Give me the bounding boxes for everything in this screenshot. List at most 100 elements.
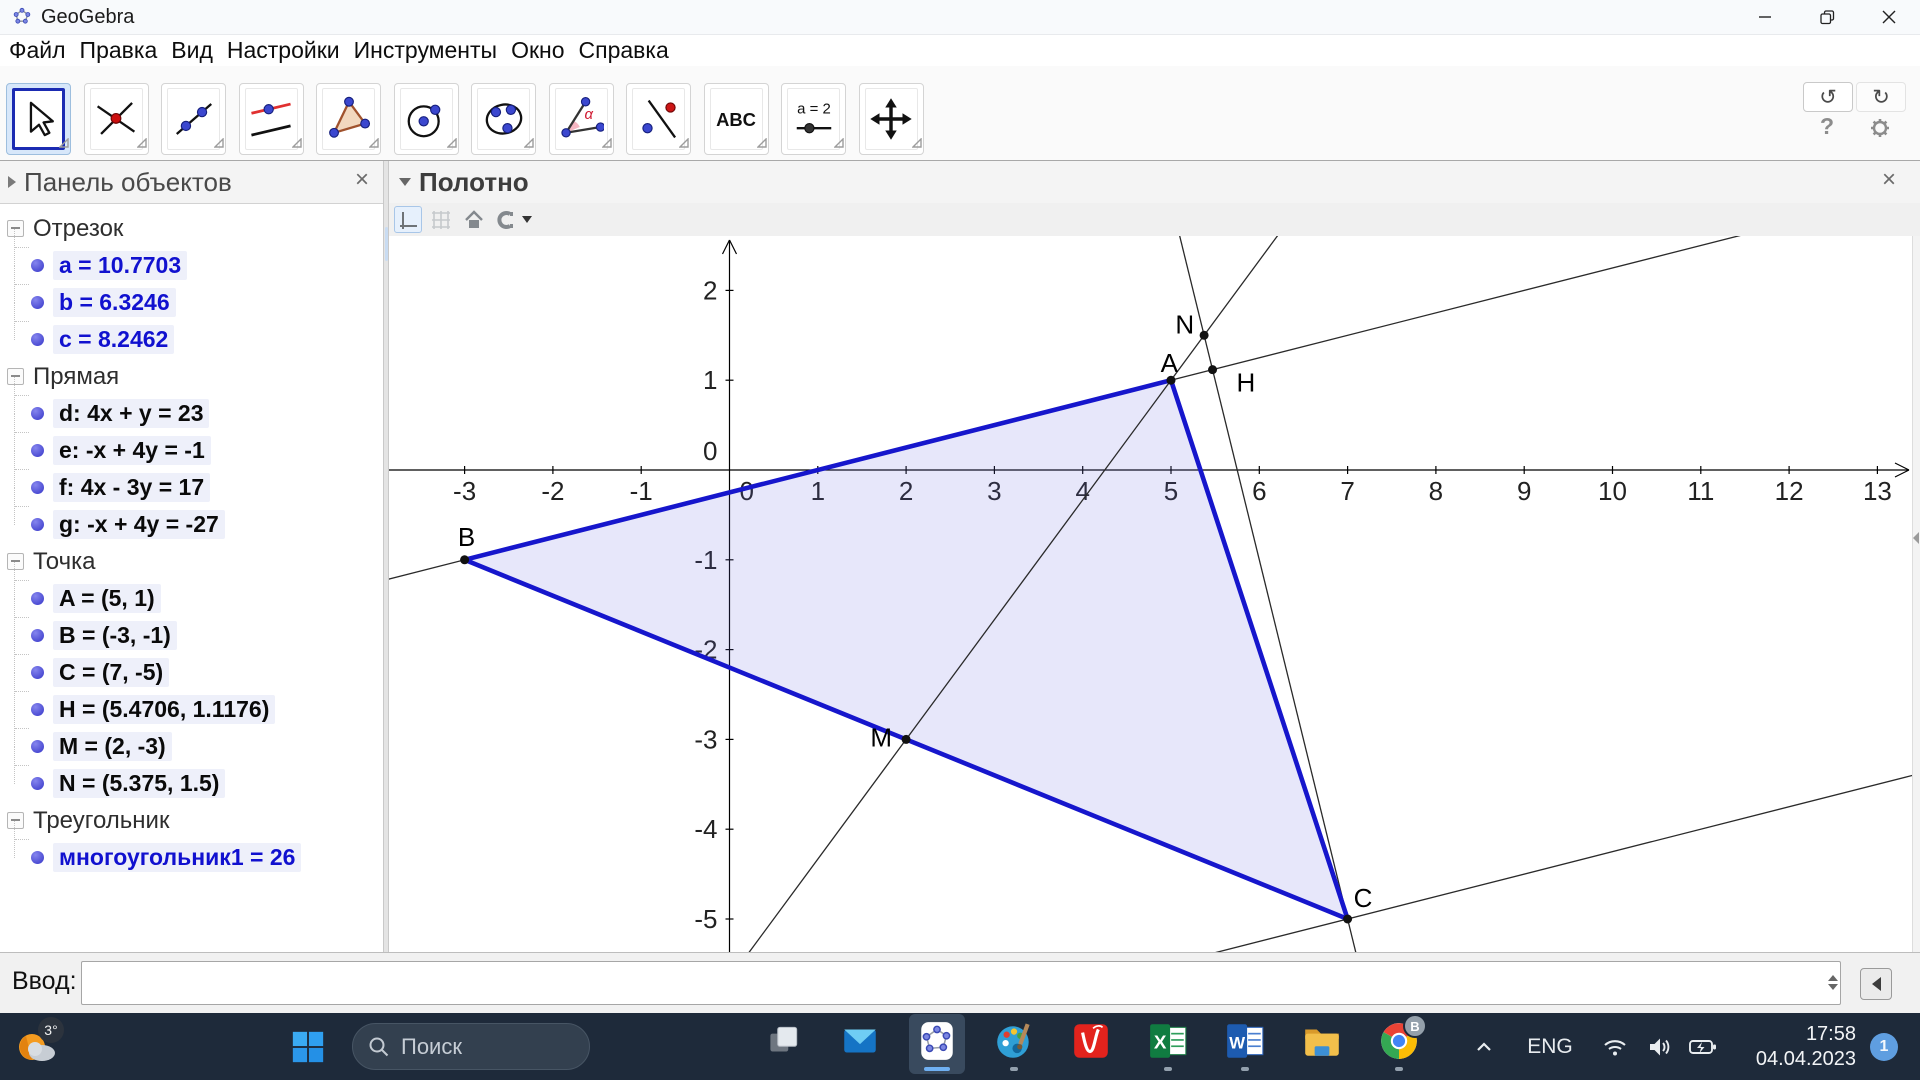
tool-dropdown-icon[interactable] (369, 135, 379, 153)
object-visibility-bullet[interactable] (31, 259, 44, 272)
point-M[interactable] (902, 735, 911, 744)
menu-item-0[interactable]: Файл (2, 37, 73, 64)
object-visibility-bullet[interactable] (31, 592, 44, 605)
point-H[interactable] (1208, 365, 1217, 374)
object-row[interactable]: b = 6.3246 (0, 284, 383, 321)
menu-item-2[interactable]: Вид (164, 37, 220, 64)
object-row[interactable]: c = 8.2462 (0, 321, 383, 358)
object-visibility-bullet[interactable] (31, 703, 44, 716)
tool-slider[interactable]: a = 2 (781, 83, 846, 155)
tray-language[interactable]: ENG (1520, 1013, 1580, 1080)
tool-dropdown-icon[interactable] (292, 135, 302, 153)
object-row[interactable]: C = (7, -5) (0, 654, 383, 691)
tool-pan[interactable] (859, 83, 924, 155)
object-row[interactable]: d: 4x + y = 23 (0, 395, 383, 432)
tool-dropdown-icon[interactable] (757, 135, 767, 153)
tool-dropdown-icon[interactable] (447, 135, 457, 153)
minimize-button[interactable] (1734, 0, 1796, 34)
object-row[interactable]: H = (5.4706, 1.1176) (0, 691, 383, 728)
object-visibility-bullet[interactable] (31, 333, 44, 346)
object-row[interactable]: a = 10.7703 (0, 247, 383, 284)
tool-text[interactable]: ABC (704, 83, 769, 155)
notification-badge[interactable]: 1 (1870, 1033, 1898, 1061)
collapse-group-icon[interactable] (7, 812, 24, 829)
taskbar-search[interactable]: Поиск (352, 1023, 590, 1070)
tool-dropdown-icon[interactable] (524, 135, 534, 153)
help-button[interactable]: ? (1813, 112, 1841, 140)
triangle-fill[interactable] (465, 380, 1348, 919)
tool-move[interactable] (6, 83, 71, 155)
default-view-button[interactable] (460, 206, 488, 233)
object-row[interactable]: B = (-3, -1) (0, 617, 383, 654)
object-visibility-bullet[interactable] (31, 444, 44, 457)
tool-conic[interactable] (471, 83, 536, 155)
point-B[interactable] (460, 555, 469, 564)
graphics-canvas[interactable]: -3-2-11234567891011121321-1-2-3-4-500ABC… (389, 236, 1913, 952)
taskbar-app-mail[interactable] (832, 1014, 888, 1074)
tool-dropdown-icon[interactable] (59, 135, 69, 153)
menu-item-3[interactable]: Настройки (220, 37, 347, 64)
object-visibility-bullet[interactable] (31, 407, 44, 420)
taskbar-app-word[interactable]: W (1217, 1014, 1273, 1074)
menu-item-5[interactable]: Окно (504, 37, 571, 64)
tool-dropdown-icon[interactable] (214, 135, 224, 153)
object-visibility-bullet[interactable] (31, 851, 44, 864)
object-row[interactable]: N = (5.375, 1.5) (0, 765, 383, 802)
object-visibility-bullet[interactable] (31, 296, 44, 309)
point-N[interactable] (1200, 331, 1209, 340)
object-visibility-bullet[interactable] (31, 481, 44, 494)
object-row[interactable]: многоугольник1 = 26 (0, 839, 383, 876)
tray-clock[interactable]: 17:58 04.04.2023 (1756, 1022, 1856, 1072)
tool-circle[interactable] (394, 83, 459, 155)
tool-angle[interactable]: α (549, 83, 614, 155)
redo-button[interactable]: ↻ (1856, 82, 1906, 112)
algebra-close-button[interactable]: × (349, 167, 375, 193)
object-visibility-bullet[interactable] (31, 518, 44, 531)
toggle-grid-button[interactable] (427, 206, 455, 233)
tool-line[interactable] (161, 83, 226, 155)
tool-polygon[interactable] (316, 83, 381, 155)
tool-point[interactable] (84, 83, 149, 155)
taskbar-app-excel[interactable]: X (1140, 1014, 1196, 1074)
tray-volume-button[interactable] (1638, 1013, 1680, 1080)
taskbar-app-chrome[interactable]: B (1371, 1014, 1427, 1074)
object-row[interactable]: A = (5, 1) (0, 580, 383, 617)
collapse-group-icon[interactable] (7, 220, 24, 237)
point-C[interactable] (1343, 915, 1352, 924)
close-button[interactable] (1858, 0, 1920, 34)
splitter-scrollbar-thumb[interactable] (385, 227, 388, 261)
menu-item-1[interactable]: Правка (73, 37, 165, 64)
taskbar-app-paint[interactable] (986, 1014, 1042, 1074)
graphics-close-button[interactable]: × (1876, 167, 1902, 193)
tool-parallel[interactable] (239, 83, 304, 155)
input-history-spinner[interactable] (1828, 975, 1838, 990)
tray-wifi-button[interactable] (1594, 1013, 1636, 1080)
tray-overflow-button[interactable] (1462, 1013, 1506, 1080)
taskbar-app-geogebra[interactable] (909, 1014, 965, 1074)
menu-item-6[interactable]: Справка (572, 37, 676, 64)
taskbar-app-vstat[interactable] (1063, 1014, 1119, 1074)
point-capturing-button[interactable] (493, 206, 533, 233)
object-row[interactable]: M = (2, -3) (0, 728, 383, 765)
object-row[interactable]: e: -x + 4y = -1 (0, 432, 383, 469)
object-visibility-bullet[interactable] (31, 777, 44, 790)
command-input[interactable] (81, 961, 1841, 1005)
start-button[interactable] (288, 1027, 328, 1067)
toggle-axes-button[interactable] (394, 206, 422, 233)
tool-dropdown-icon[interactable] (602, 135, 612, 153)
object-row[interactable]: f: 4x - 3y = 17 (0, 469, 383, 506)
tool-dropdown-icon[interactable] (137, 135, 147, 153)
tool-dropdown-icon[interactable] (834, 135, 844, 153)
object-visibility-bullet[interactable] (31, 629, 44, 642)
taskbar-app-taskview[interactable] (755, 1014, 811, 1074)
menu-item-4[interactable]: Инструменты (347, 37, 504, 64)
coordinate-system[interactable]: -3-2-11234567891011121321-1-2-3-4-500ABC… (389, 236, 1913, 952)
tool-dropdown-icon[interactable] (679, 135, 689, 153)
collapse-group-icon[interactable] (7, 553, 24, 570)
tool-dropdown-icon[interactable] (912, 135, 922, 153)
tray-battery-button[interactable] (1682, 1013, 1724, 1080)
restore-button[interactable] (1796, 0, 1858, 34)
weather-widget[interactable]: 3° (12, 1019, 72, 1075)
tool-reflect[interactable] (626, 83, 691, 155)
panel-edge-handle[interactable] (1913, 532, 1919, 544)
